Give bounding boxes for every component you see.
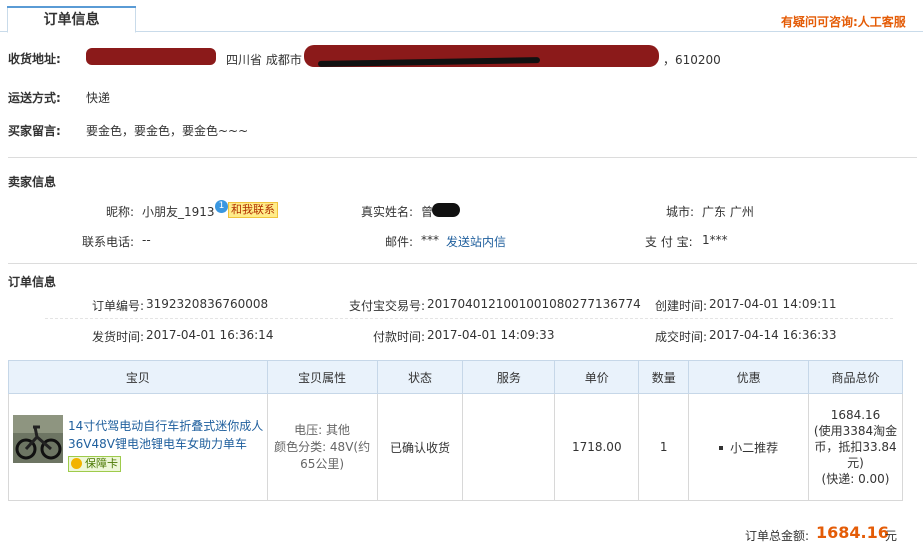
city-label: 城市: — [666, 205, 695, 219]
col-header-status: 状态 — [376, 360, 464, 394]
address-label: 收货地址: — [8, 52, 61, 66]
unit-price-cell: 1718.00 — [554, 393, 640, 501]
attr-voltage: 电压: 其他 — [294, 422, 351, 437]
alipay-label: 支 付 宝: — [645, 235, 693, 249]
guarantee-icon — [71, 458, 82, 469]
created-value: 2017-04-01 14:09:11 — [709, 297, 837, 311]
total-price: 1684.16 — [830, 408, 881, 422]
table-header-row: 宝贝 宝贝属性 状态 服务 单价 数量 优惠 商品总价 — [8, 360, 903, 394]
done-value: 2017-04-14 16:36:33 — [709, 328, 837, 342]
attr-color-cont: 65公里) — [300, 456, 345, 471]
paid-value: 2017-04-01 14:09:33 — [427, 328, 555, 342]
order-total-amount: 1684.16 — [816, 523, 889, 542]
divider — [8, 263, 917, 264]
col-header-service: 服务 — [462, 360, 556, 394]
shipped-label: 发货时间: — [92, 330, 145, 344]
guarantee-card-badge[interactable]: 保障卡 — [68, 456, 121, 472]
discount-value: 小二推荐 — [730, 440, 779, 455]
col-header-unit-price: 单价 — [554, 360, 640, 394]
total-note-2: 币，抵扣33.84 — [814, 440, 897, 454]
city-value: 广东 广州 — [702, 205, 754, 219]
guarantee-label: 保障卡 — [85, 457, 118, 470]
nick-label: 昵称: — [106, 205, 135, 219]
order-heading: 订单信息 — [8, 275, 57, 289]
customer-service-link[interactable]: 有疑问可咨询:人工客服 — [781, 13, 906, 30]
done-label: 成交时间: — [655, 330, 708, 344]
discount-cell: 小二推荐 — [688, 393, 810, 501]
shipping-fee: (快递: 0.00) — [821, 472, 890, 486]
delivery-label: 运送方式: — [8, 91, 61, 105]
seller-heading: 卖家信息 — [8, 175, 57, 189]
status-cell: 已确认收货 — [376, 393, 464, 501]
alipay-trade-value: 2017040121001001080277136774 — [427, 297, 641, 311]
buyer-message-value: 要金色，要金色，要金色~~~ — [86, 124, 249, 138]
col-header-total: 商品总价 — [808, 360, 903, 394]
real-name-label: 真实姓名: — [361, 205, 414, 219]
attr-color: 颜色分类: 48V(约 — [274, 439, 371, 454]
service-cell — [462, 393, 556, 501]
phone-label: 联系电话: — [82, 235, 135, 249]
phone-value: -- — [142, 233, 151, 247]
product-thumbnail[interactable] — [13, 415, 63, 463]
address-value: 四川省 成都市 — [226, 53, 302, 67]
col-header-attributes: 宝贝属性 — [266, 360, 378, 394]
email-value: *** — [421, 233, 439, 247]
order-no-label: 订单编号: — [92, 299, 145, 313]
tab-underline — [0, 31, 923, 32]
paid-label: 付款时间: — [373, 330, 426, 344]
total-cell: 1684.16 (使用3384淘金 币，抵扣33.84 元) (快递: 0.00… — [808, 393, 903, 501]
shipped-value: 2017-04-01 16:36:14 — [146, 328, 274, 342]
redaction-mark — [86, 48, 216, 65]
tab-order-info[interactable]: 订单信息 — [7, 6, 136, 33]
product-title-link-line2[interactable]: 36V48V锂电池锂电车女助力单车 — [68, 435, 247, 452]
bullet-icon — [719, 446, 724, 450]
order-total-unit: 元 — [885, 529, 898, 543]
delivery-value: 快递 — [86, 91, 111, 105]
buyer-message-label: 买家留言: — [8, 124, 61, 138]
product-title-link[interactable]: 14寸代驾电动自行车折叠式迷你成人 — [68, 417, 263, 434]
send-message-link[interactable]: 发送站内信 — [446, 233, 506, 250]
divider — [8, 157, 917, 158]
col-header-discount: 优惠 — [688, 360, 810, 394]
wangwang-status-icon[interactable]: 1 — [215, 200, 228, 213]
order-no-value: 3192320836760008 — [146, 297, 269, 311]
tab-order-info-label: 订单信息 — [43, 12, 100, 28]
email-label: 邮件: — [385, 235, 414, 249]
total-note-1: (使用3384淘金 — [813, 424, 898, 438]
col-header-item: 宝贝 — [8, 360, 268, 394]
created-label: 创建时间: — [655, 299, 708, 313]
col-header-quantity: 数量 — [638, 360, 690, 394]
nick-value: 小朋友_1913 — [142, 205, 215, 219]
tab-accent — [7, 6, 136, 8]
attributes-cell: 电压: 其他 颜色分类: 48V(约 65公里) — [266, 393, 378, 501]
contact-me-button[interactable]: 和我联系 — [228, 202, 278, 218]
zip-code: ，610200 — [663, 53, 721, 67]
total-note-3: 元) — [847, 456, 864, 470]
order-total-label: 订单总金额: — [745, 529, 810, 543]
divider — [45, 318, 893, 319]
alipay-value: 1*** — [702, 233, 728, 247]
quantity-cell: 1 — [638, 393, 690, 501]
alipay-trade-label: 支付宝交易号: — [349, 299, 426, 313]
redaction-mark — [432, 203, 460, 217]
